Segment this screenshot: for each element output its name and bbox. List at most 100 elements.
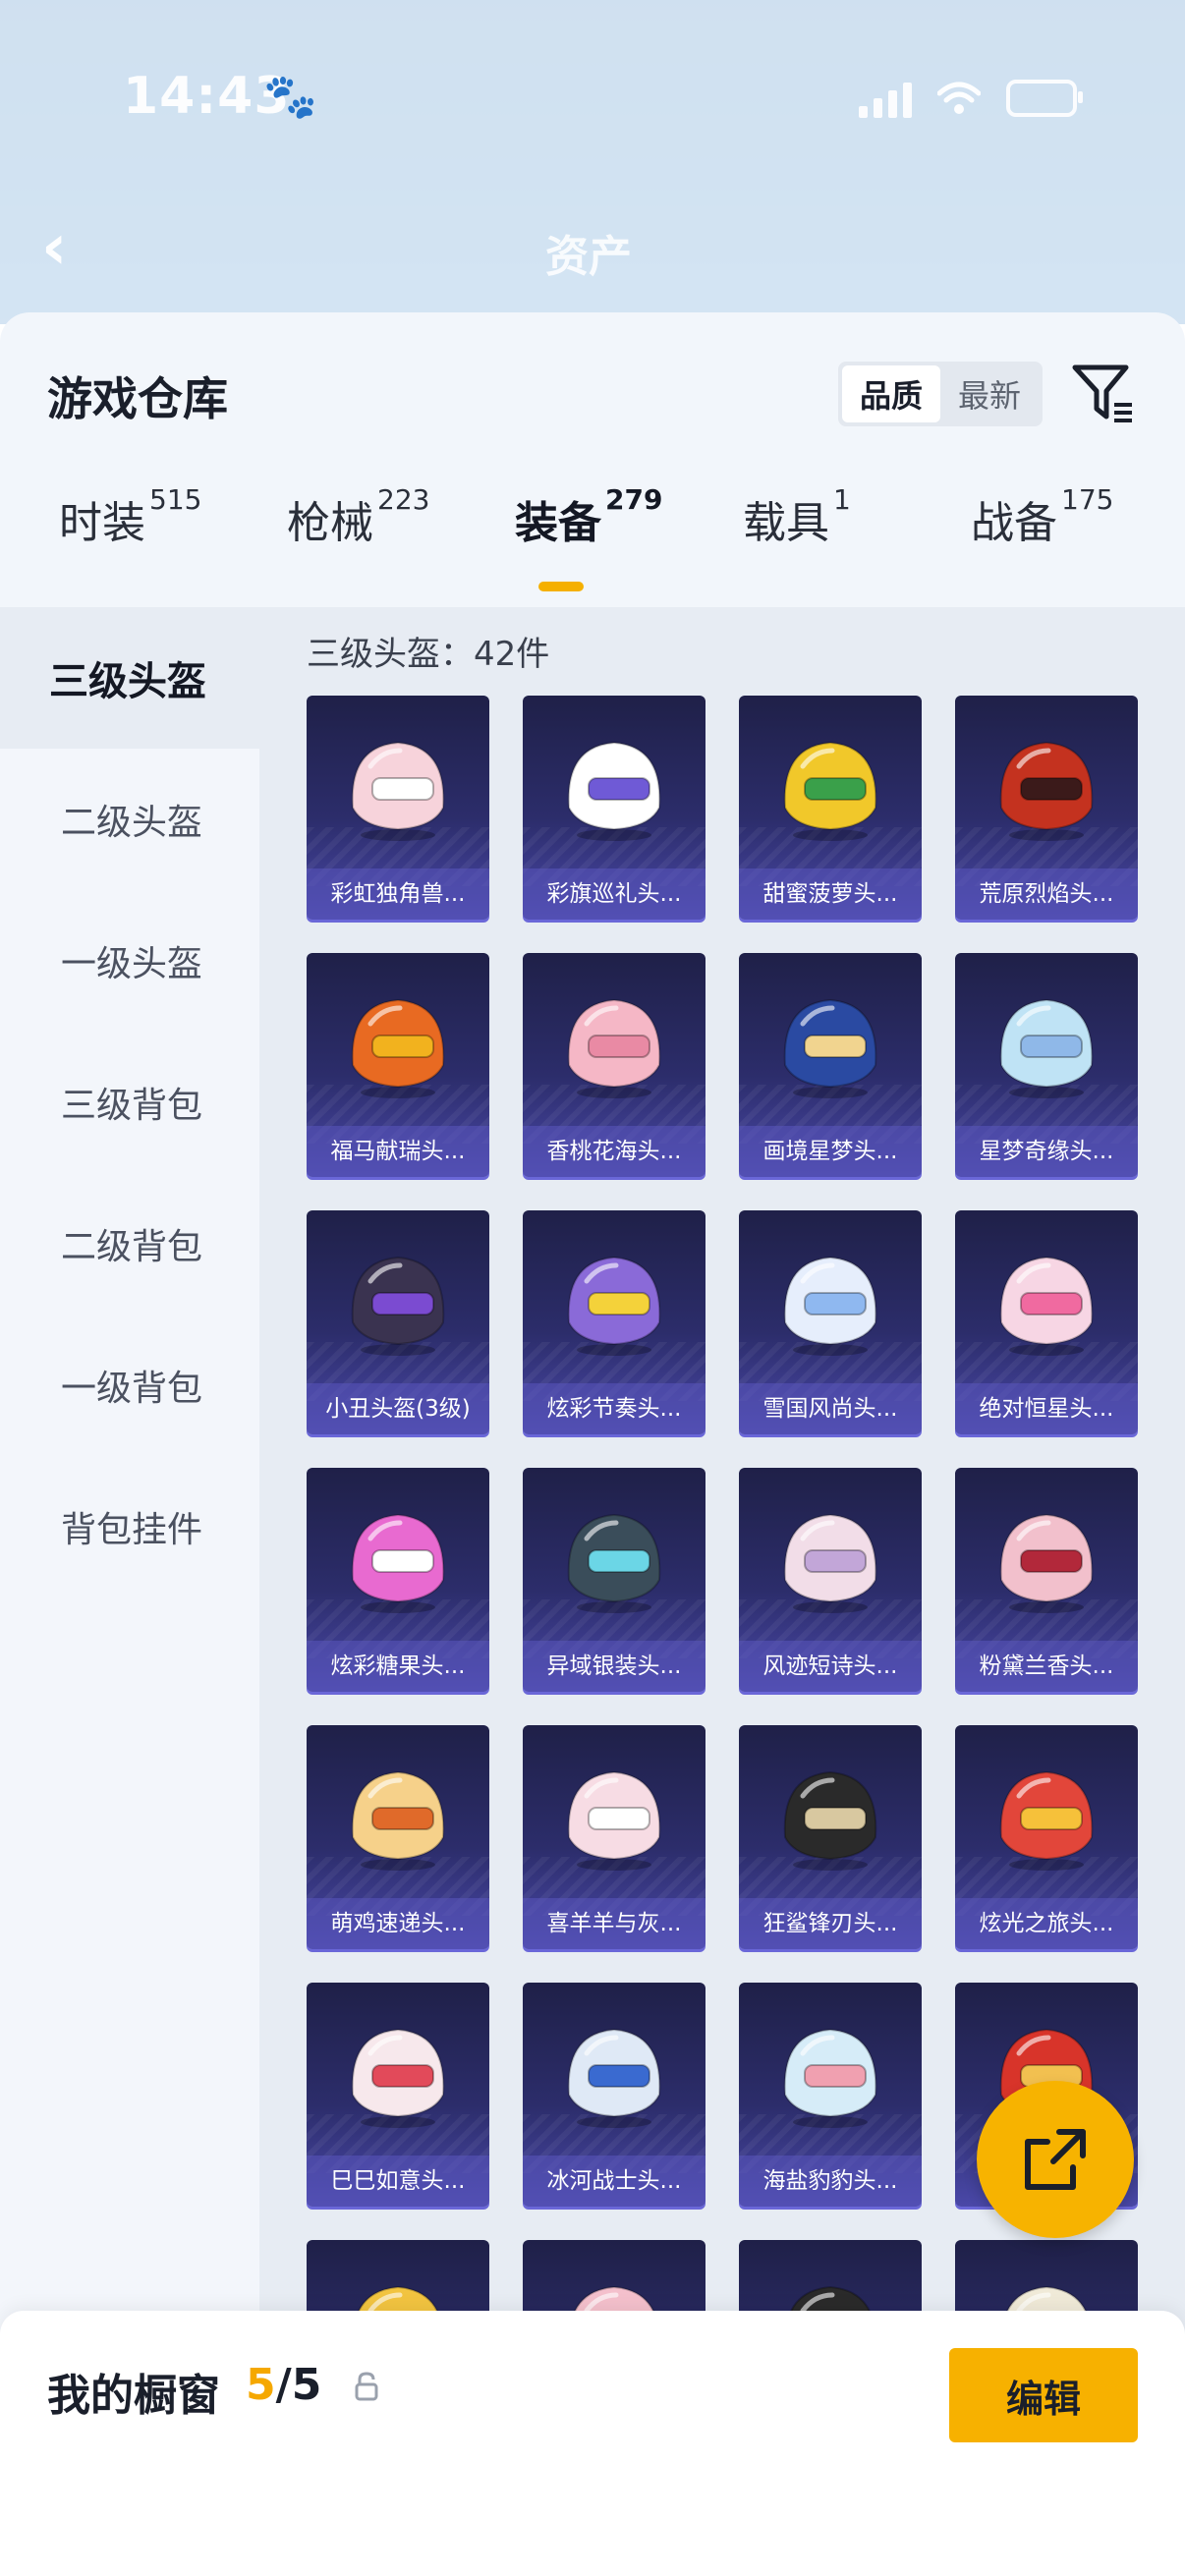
item-card[interactable]: 雪国风尚头... — [739, 1210, 922, 1434]
battery-icon — [1006, 80, 1083, 117]
item-name: 炫彩糖果头... — [307, 1641, 489, 1692]
helmet-icon — [351, 741, 445, 841]
item-card[interactable]: 炫光之旅头... — [955, 1725, 1138, 1949]
helmet-icon — [783, 741, 877, 841]
item-card[interactable]: 风迹短诗头... — [739, 1468, 922, 1692]
item-card[interactable]: 萌鸡速递头... — [307, 1725, 489, 1949]
item-name: 风迹短诗头... — [739, 1641, 922, 1692]
helmet-icon — [567, 741, 661, 841]
item-card[interactable]: 福马献瑞头... — [307, 953, 489, 1177]
item-card[interactable]: 喜羊羊与灰... — [523, 1725, 705, 1949]
sidebar-item-backpack-charm[interactable]: 背包挂件 — [0, 1456, 259, 1597]
sidebar-item-level3-backpack[interactable]: 三级背包 — [0, 1032, 259, 1173]
helmet-icon — [783, 1256, 877, 1356]
helmet-icon — [999, 741, 1094, 841]
item-card[interactable]: 粉黛兰香头... — [955, 1468, 1138, 1692]
wifi-icon — [937, 82, 981, 114]
item-name: 粉黛兰香头... — [955, 1641, 1138, 1692]
item-name: 彩虹独角兽... — [307, 868, 489, 920]
showcase-count-total: /5 — [275, 2360, 322, 2410]
back-arrow-icon[interactable]: ‹ — [41, 216, 100, 279]
tab-fashion[interactable]: 时装 515 — [59, 483, 201, 550]
paw-icon: 🐾 — [263, 72, 317, 122]
edit-button[interactable]: 编辑 — [949, 2348, 1138, 2442]
helmet-icon — [567, 1770, 661, 1871]
item-card[interactable]: 冰河战士头... — [523, 1983, 705, 2207]
item-card[interactable]: 香桃花海头... — [523, 953, 705, 1177]
helmet-icon — [567, 998, 661, 1098]
sort-quality-option[interactable]: 品质 — [842, 365, 940, 422]
tab-label: 枪械 — [287, 498, 373, 548]
item-name: 香桃花海头... — [523, 1126, 705, 1177]
item-name: 彩旗巡礼头... — [523, 868, 705, 920]
helmet-icon — [783, 1770, 877, 1871]
sidebar-item-level1-backpack[interactable]: 一级背包 — [0, 1315, 259, 1456]
showcase-count: 5/5 — [246, 2360, 321, 2410]
item-name: 画境星梦头... — [739, 1126, 922, 1177]
item-name: 炫彩节奏头... — [523, 1383, 705, 1434]
showcase-count-current: 5 — [246, 2360, 276, 2410]
item-name: 炫光之旅头... — [955, 1898, 1138, 1949]
sidebar-item-level1-helmet[interactable]: 一级头盔 — [0, 890, 259, 1032]
helmet-icon — [999, 1770, 1094, 1871]
item-card[interactable]: 异域银装头... — [523, 1468, 705, 1692]
helmet-icon — [351, 1770, 445, 1871]
helmet-icon — [567, 1256, 661, 1356]
item-name: 福马献瑞头... — [307, 1126, 489, 1177]
item-name: 海盐豹豹头... — [739, 2156, 922, 2207]
showcase-label: 我的橱窗 — [47, 2371, 220, 2421]
tab-count: 175 — [1061, 483, 1114, 516]
share-export-icon — [1025, 2129, 1086, 2190]
helmet-icon — [351, 1513, 445, 1613]
tab-weapons[interactable]: 枪械 223 — [287, 483, 429, 550]
item-name: 萌鸡速递头... — [307, 1898, 489, 1949]
item-card[interactable]: 彩虹独角兽... — [307, 696, 489, 920]
tab-combat-supplies[interactable]: 战备 175 — [971, 483, 1113, 550]
item-name: 喜羊羊与灰... — [523, 1898, 705, 1949]
tab-label: 战备 — [971, 498, 1057, 548]
helmet-icon — [351, 998, 445, 1098]
sort-newest-option[interactable]: 最新 — [940, 365, 1039, 422]
item-card[interactable]: 甜蜜菠萝头... — [739, 696, 922, 920]
tab-count: 1 — [833, 483, 851, 516]
helmet-icon — [567, 1513, 661, 1613]
sort-toggle[interactable]: 品质 最新 — [838, 362, 1043, 426]
helmet-icon — [351, 1256, 445, 1356]
item-card[interactable]: 狂鲨锋刃头... — [739, 1725, 922, 1949]
sidebar-item-level2-backpack[interactable]: 二级背包 — [0, 1173, 259, 1315]
tab-equipment[interactable]: 装备 279 — [515, 483, 662, 550]
helmet-icon — [783, 2028, 877, 2128]
item-card[interactable]: 绝对恒星头... — [955, 1210, 1138, 1434]
sheet-title: 游戏仓库 — [47, 372, 228, 425]
item-name: 异域银装头... — [523, 1641, 705, 1692]
sidebar-item-level3-helmet[interactable]: 三级头盔 — [0, 607, 259, 749]
filter-icon[interactable] — [1069, 360, 1138, 428]
item-name: 狂鲨锋刃头... — [739, 1898, 922, 1949]
helmet-icon — [999, 1513, 1094, 1613]
helmet-icon — [999, 1256, 1094, 1356]
subcategory-sidebar: 三级头盔 二级头盔 一级头盔 三级背包 二级背包 一级背包 背包挂件 — [0, 607, 259, 2576]
sidebar-item-level2-helmet[interactable]: 二级头盔 — [0, 749, 259, 890]
helmet-icon — [783, 998, 877, 1098]
item-name: 绝对恒星头... — [955, 1383, 1138, 1434]
item-card[interactable]: 巳巳如意头... — [307, 1983, 489, 2207]
header-title: 资产 — [545, 232, 632, 282]
status-bar: 14:43 🐾 — [0, 57, 1185, 136]
item-card[interactable]: 小丑头盔(3级) — [307, 1210, 489, 1434]
category-tabs: 时装 515 枪械 223 装备 279 载具 1 战备 175 — [0, 483, 1185, 595]
item-card[interactable]: 海盐豹豹头... — [739, 1983, 922, 2207]
tab-label: 装备 — [515, 498, 601, 548]
tab-vehicles[interactable]: 载具 1 — [743, 483, 851, 550]
item-card[interactable]: 星梦奇缘头... — [955, 953, 1138, 1177]
item-card[interactable]: 炫彩节奏头... — [523, 1210, 705, 1434]
item-card[interactable]: 彩旗巡礼头... — [523, 696, 705, 920]
item-card[interactable]: 炫彩糖果头... — [307, 1468, 489, 1692]
share-button[interactable] — [977, 2081, 1134, 2238]
item-card[interactable]: 画境星梦头... — [739, 953, 922, 1177]
item-name: 巳巳如意头... — [307, 2156, 489, 2207]
item-card[interactable]: 荒原烈焰头... — [955, 696, 1138, 920]
item-name: 星梦奇缘头... — [955, 1126, 1138, 1177]
item-name: 冰河战士头... — [523, 2156, 705, 2207]
helmet-icon — [567, 2028, 661, 2128]
tab-count: 223 — [377, 483, 430, 516]
